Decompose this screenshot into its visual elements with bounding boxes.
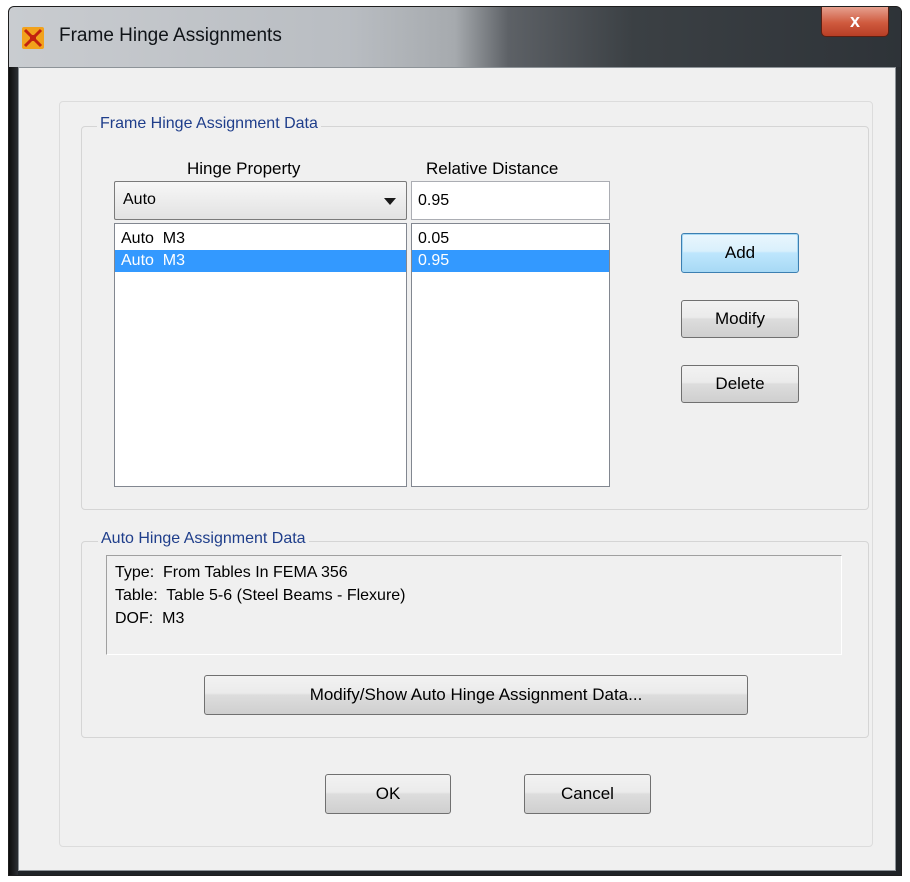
dialog-client-area: Frame Hinge Assignment Data Hinge Proper… <box>18 67 896 871</box>
list-item[interactable]: 0.95 <box>412 250 609 272</box>
frame-hinge-group-legend: Frame Hinge Assignment Data <box>97 115 321 133</box>
window-side-strip <box>9 67 18 875</box>
modify-show-auto-hinge-button[interactable]: Modify/Show Auto Hinge Assignment Data..… <box>204 675 748 715</box>
list-item[interactable]: Auto M3 <box>115 228 406 250</box>
hinge-property-selected: Auto <box>123 191 156 208</box>
info-dof-line: DOF: M3 <box>115 610 185 627</box>
chevron-down-icon[interactable] <box>384 198 396 205</box>
hinge-property-dropdown[interactable]: Auto <box>114 181 407 220</box>
auto-hinge-info-box: Type: From Tables In FEMA 356 Table: Tab… <box>106 555 842 655</box>
relative-distance-list[interactable]: 0.05 0.95 <box>411 223 610 487</box>
list-item[interactable]: 0.05 <box>412 228 609 250</box>
relative-distance-header: Relative Distance <box>426 159 559 178</box>
info-table-line: Table: Table 5-6 (Steel Beams - Flexure) <box>115 587 406 604</box>
dialog-window: Frame Hinge Assignments x Frame Hinge As… <box>8 6 902 876</box>
list-item[interactable]: Auto M3 <box>115 250 406 272</box>
close-icon: x <box>849 11 860 31</box>
window-title: Frame Hinge Assignments <box>59 25 282 46</box>
auto-hinge-group-legend: Auto Hinge Assignment Data <box>98 530 309 548</box>
hinge-property-list[interactable]: Auto M3 Auto M3 <box>114 223 407 487</box>
app-icon <box>22 27 44 49</box>
cancel-button[interactable]: Cancel <box>524 774 651 814</box>
relative-distance-input[interactable] <box>411 181 610 220</box>
modify-button[interactable]: Modify <box>681 300 799 338</box>
add-button[interactable]: Add <box>681 233 799 273</box>
title-bar[interactable]: Frame Hinge Assignments x <box>9 7 901 67</box>
delete-button[interactable]: Delete <box>681 365 799 403</box>
info-type-line: Type: From Tables In FEMA 356 <box>115 564 348 581</box>
hinge-property-header: Hinge Property <box>187 159 301 178</box>
ok-button[interactable]: OK <box>325 774 451 814</box>
close-button[interactable]: x <box>821 7 889 37</box>
